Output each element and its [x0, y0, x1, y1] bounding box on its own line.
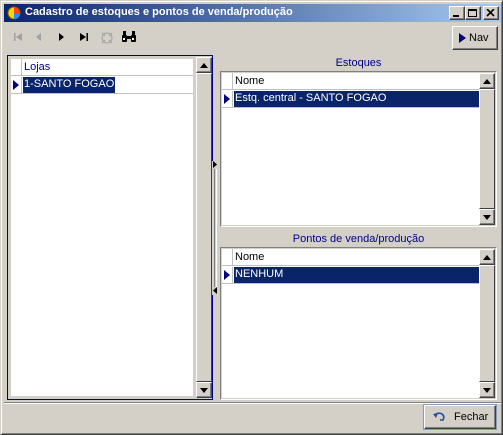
search-binoculars-icon — [122, 31, 136, 42]
scroll-up-button[interactable] — [196, 57, 212, 73]
next-record-icon — [59, 33, 64, 41]
navigation-toolbar: Nav — [4, 24, 501, 52]
maximize-icon — [468, 9, 477, 17]
scroll-down-button[interactable] — [196, 382, 212, 398]
main-window: Cadastro de estoques e pontos de venda/p… — [0, 0, 503, 435]
last-record-button[interactable] — [76, 28, 94, 48]
splitter-grip[interactable] — [214, 169, 217, 287]
minimize-icon — [453, 15, 459, 17]
refresh-button[interactable] — [98, 28, 116, 48]
lojas-scrollbar[interactable] — [196, 57, 212, 398]
row-indicator-header — [222, 73, 233, 90]
pontos-grid[interactable]: Nome NENHUM — [222, 249, 479, 398]
lojas-grid-container: Lojas 1-SANTO FOGAO — [9, 57, 212, 398]
current-row-arrow-icon — [13, 80, 19, 90]
lojas-cell[interactable]: 1-SANTO FOGAO — [23, 77, 116, 93]
estoques-scrollbar[interactable] — [479, 73, 495, 225]
current-row-arrow-icon — [224, 270, 230, 280]
scroll-up-icon — [483, 79, 491, 84]
splitter-left-arrow-icon — [213, 287, 217, 294]
pontos-caption: Pontos de venda/produção — [292, 233, 425, 245]
pontos-grid-header: Nome — [222, 249, 479, 266]
table-row[interactable]: NENHUM — [222, 267, 479, 284]
close-button[interactable] — [483, 6, 499, 20]
lojas-grid[interactable]: Lojas 1-SANTO FOGAO — [11, 59, 193, 396]
maximize-button[interactable] — [465, 6, 481, 20]
scroll-thumb[interactable] — [479, 265, 495, 382]
pontos-nome-cell[interactable]: NENHUM — [234, 267, 479, 283]
last-record-icon — [80, 33, 88, 41]
vertical-splitter[interactable] — [212, 161, 219, 295]
fechar-button-label: Fechar — [454, 411, 489, 423]
scroll-thumb[interactable] — [479, 89, 495, 209]
scroll-up-icon — [483, 255, 491, 260]
row-indicator-header — [222, 249, 233, 266]
estoques-caption: Estoques — [335, 57, 382, 69]
scroll-thumb[interactable] — [196, 73, 212, 382]
estoques-nome-column-header[interactable]: Nome — [235, 75, 264, 87]
scroll-up-button[interactable] — [479, 249, 495, 265]
first-record-icon — [14, 33, 22, 41]
pontos-nome-column-header[interactable]: Nome — [235, 251, 264, 263]
window-title: Cadastro de estoques e pontos de venda/p… — [25, 6, 293, 18]
refresh-icon — [101, 32, 113, 44]
app-orb-icon — [7, 6, 21, 20]
close-icon — [486, 9, 495, 17]
scroll-down-button[interactable] — [479, 382, 495, 398]
estoques-grid-frame: Nome Estq. central - SANTO FOGAO — [220, 71, 497, 227]
current-row-arrow-icon — [224, 94, 230, 104]
splitter-right-arrow-icon — [213, 161, 217, 168]
scroll-up-icon — [200, 63, 208, 68]
prior-record-icon — [36, 33, 41, 41]
row-indicator — [222, 91, 233, 107]
scroll-down-button[interactable] — [479, 209, 495, 225]
pontos-grid-frame: Nome NENHUM — [220, 247, 497, 400]
pontos-scrollbar[interactable] — [479, 249, 495, 398]
row-indicator — [222, 267, 233, 283]
search-button[interactable] — [120, 28, 138, 48]
row-indicator-header — [11, 59, 22, 76]
table-row[interactable]: Estq. central - SANTO FOGAO — [222, 91, 479, 108]
title-bar[interactable]: Cadastro de estoques e pontos de venda/p… — [4, 4, 501, 22]
close-return-icon — [433, 412, 445, 421]
first-record-button[interactable] — [10, 28, 28, 48]
estoques-nome-cell[interactable]: Estq. central - SANTO FOGAO — [234, 91, 479, 107]
row-indicator — [11, 77, 22, 93]
estoques-grid-header: Nome — [222, 73, 479, 90]
next-record-button[interactable] — [53, 28, 71, 48]
table-row[interactable]: 1-SANTO FOGAO — [11, 77, 193, 94]
scroll-down-icon — [200, 388, 208, 393]
prior-record-button[interactable] — [31, 28, 49, 48]
scroll-up-button[interactable] — [479, 73, 495, 89]
pontos-group: Pontos de venda/produção Nome NENHUM — [220, 231, 497, 400]
lojas-grid-header: Lojas — [11, 59, 193, 76]
nav-button[interactable]: Nav — [452, 26, 498, 50]
play-arrow-icon — [459, 33, 466, 43]
estoques-group: Estoques Nome Estq. central - SANTO FOGA… — [220, 55, 497, 227]
minimize-button[interactable] — [449, 6, 465, 20]
nav-button-label: Nav — [469, 32, 489, 44]
scroll-down-icon — [483, 388, 491, 393]
lojas-panel: Lojas 1-SANTO FOGAO — [7, 55, 213, 400]
estoques-grid[interactable]: Nome Estq. central - SANTO FOGAO — [222, 73, 479, 225]
fechar-button[interactable]: Fechar — [424, 405, 496, 429]
scroll-down-icon — [483, 215, 491, 220]
lojas-column-header[interactable]: Lojas — [24, 61, 50, 73]
